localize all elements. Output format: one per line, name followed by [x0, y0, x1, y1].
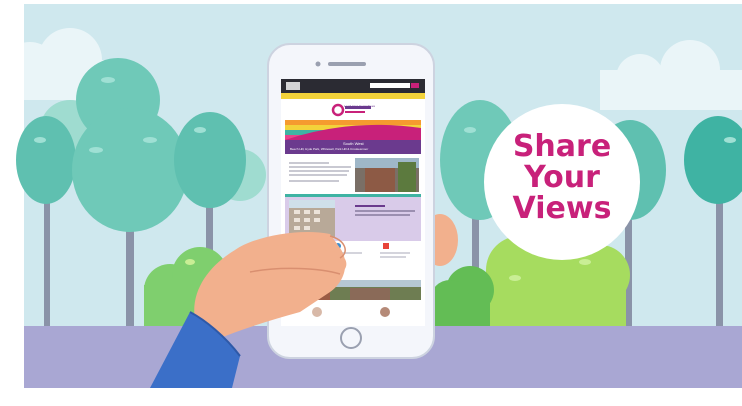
banner-title: South West: [343, 141, 364, 146]
headline-line-2: Your: [524, 160, 600, 195]
animation-frame: Local Area Committees South West Beech H…: [0, 0, 742, 406]
tree-left: [16, 116, 76, 204]
illustration: [0, 0, 742, 406]
icon-tile-3: [383, 243, 389, 249]
site-brand: Local Area Committees: [344, 104, 376, 108]
avatar-left: [312, 307, 322, 317]
site-nav: [281, 93, 425, 99]
avatar-right: [380, 307, 390, 317]
tree-left-mid: [174, 112, 246, 208]
headline-line-1: Share: [512, 129, 612, 164]
rainbow-banner: [285, 120, 421, 140]
headline-line-3: Views: [512, 191, 612, 226]
share-your-views-heading: Share Your Views: [497, 131, 627, 224]
banner-subtitle: Beech Hill, Hyde Park, Whitewell, Park H…: [290, 147, 369, 151]
